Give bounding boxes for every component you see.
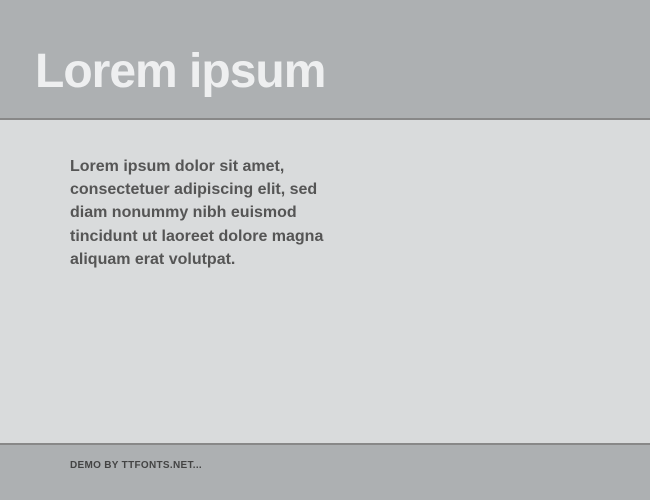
header: Lorem ipsum bbox=[0, 0, 650, 120]
page-title: Lorem ipsum bbox=[35, 44, 325, 99]
body-text: Lorem ipsum dolor sit amet, consectetuer… bbox=[70, 155, 330, 271]
footer: DEMO BY TTFONTS.NET... bbox=[0, 443, 650, 500]
footer-attribution: DEMO BY TTFONTS.NET... bbox=[70, 460, 580, 471]
content-area: Lorem ipsum dolor sit amet, consectetuer… bbox=[0, 120, 650, 443]
